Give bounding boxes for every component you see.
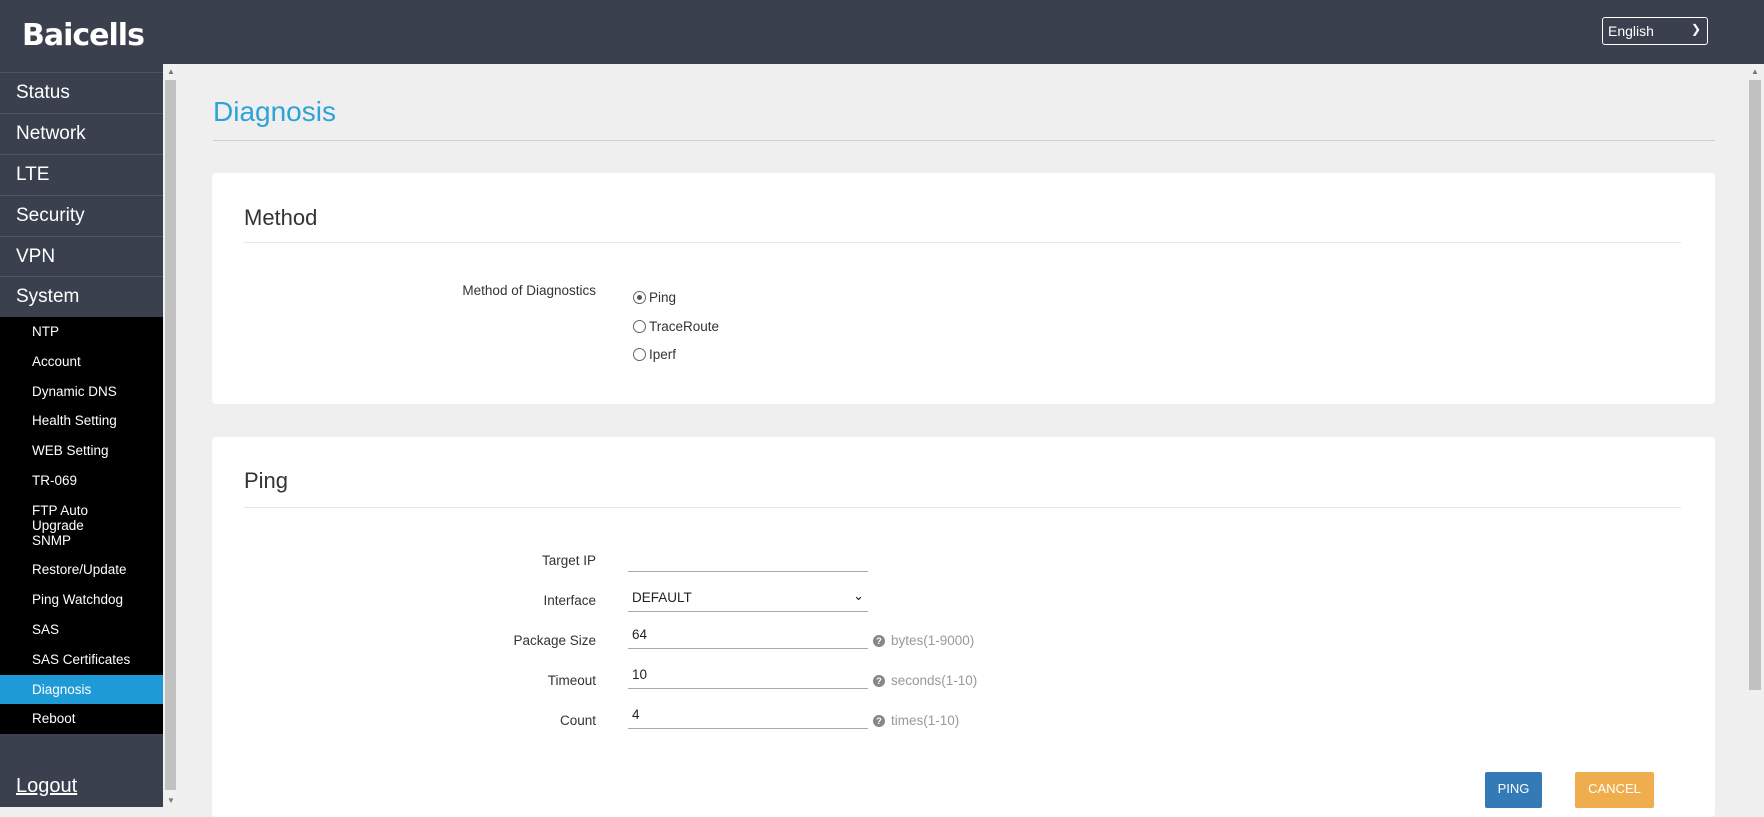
interface-label: Interface	[543, 593, 596, 608]
sub-dynamic-dns[interactable]: Dynamic DNS	[0, 377, 163, 407]
method-card: Method Method of Diagnostics Ping TraceR…	[212, 173, 1715, 404]
radio-checked-icon	[633, 291, 646, 304]
sidebar-scrollbar[interactable]: ▲ ▼	[163, 64, 178, 807]
page-title: Diagnosis	[213, 96, 336, 127]
nav-vpn[interactable]: VPN	[0, 236, 163, 277]
sidebar: Status Network LTE Security VPN System N…	[0, 64, 163, 807]
nav-system[interactable]: System	[0, 276, 163, 317]
count-label: Count	[559, 713, 596, 728]
help-icon: ?	[873, 635, 885, 647]
package-size-help: ? bytes(1-9000)	[873, 633, 974, 648]
radio-icon	[633, 348, 646, 361]
interface-select[interactable]: DEFAULT ⌄	[628, 584, 868, 612]
nav-network[interactable]: Network	[0, 113, 163, 154]
sub-tr069[interactable]: TR-069	[0, 466, 163, 496]
timeout-input[interactable]: 10	[628, 661, 868, 689]
help-icon: ?	[873, 715, 885, 727]
ping-button[interactable]: PING	[1485, 772, 1542, 808]
sub-restore-update[interactable]: Restore/Update	[0, 555, 163, 585]
count-input[interactable]: 4	[628, 701, 868, 729]
ping-card: Ping Target IP Interface DEFAULT ⌄ Packag…	[212, 437, 1715, 817]
help-text: bytes(1-9000)	[891, 633, 975, 648]
radio-icon	[633, 320, 646, 333]
package-size-label: Package Size	[513, 633, 596, 648]
top-header: Baicells English ❯	[0, 0, 1764, 64]
sub-ftp-auto-upgrade[interactable]: FTP Auto Upgrade	[0, 496, 163, 533]
language-select[interactable]: English ❯	[1602, 17, 1708, 45]
divider	[244, 242, 1681, 243]
logout-link[interactable]: Logout	[16, 775, 77, 798]
divider	[244, 507, 1681, 508]
target-ip-label: Target IP	[541, 553, 596, 568]
nav-security[interactable]: Security	[0, 195, 163, 236]
help-icon: ?	[873, 675, 885, 687]
sub-sas[interactable]: SAS	[0, 615, 163, 645]
sub-reboot[interactable]: Reboot	[0, 704, 163, 734]
method-label: Method of Diagnostics	[462, 283, 596, 298]
sub-sas-certificates[interactable]: SAS Certificates	[0, 645, 163, 675]
package-size-input[interactable]: 64	[628, 621, 868, 649]
target-ip-input[interactable]	[628, 544, 868, 572]
radio-label: Ping	[649, 290, 677, 305]
radio-label: TraceRoute	[649, 319, 720, 334]
sub-web-setting[interactable]: WEB Setting	[0, 436, 163, 466]
title-divider	[213, 140, 1715, 141]
sub-health-setting[interactable]: Health Setting	[0, 406, 163, 436]
baicells-logo: Baicells	[22, 18, 145, 53]
method-heading: Method	[244, 205, 318, 230]
sub-account[interactable]: Account	[0, 347, 163, 377]
radio-label: Iperf	[649, 347, 677, 362]
count-help: ? times(1-10)	[873, 713, 959, 728]
sub-diagnosis[interactable]: Diagnosis	[0, 674, 163, 705]
sub-ntp[interactable]: NTP	[0, 317, 163, 347]
language-value: English	[1608, 23, 1654, 39]
timeout-label: Timeout	[547, 673, 596, 688]
help-text: seconds(1-10)	[891, 673, 978, 688]
sub-ping-watchdog[interactable]: Ping Watchdog	[0, 585, 163, 615]
chevron-down-icon: ❯	[1690, 22, 1701, 36]
help-text: times(1-10)	[891, 713, 960, 728]
timeout-help: ? seconds(1-10)	[873, 673, 977, 688]
main-scrollbar[interactable]: ▲	[1746, 64, 1764, 807]
chevron-down-icon: ⌄	[853, 588, 864, 603]
nav-status[interactable]: Status	[0, 72, 163, 113]
ping-heading: Ping	[244, 468, 289, 493]
radio-traceroute[interactable]: TraceRoute	[633, 319, 719, 334]
nav-lte[interactable]: LTE	[0, 154, 163, 195]
radio-iperf[interactable]: Iperf	[633, 347, 676, 362]
system-submenu: NTP Account Dynamic DNS Health Setting W…	[0, 317, 163, 735]
interface-value: DEFAULT	[632, 590, 692, 605]
radio-ping[interactable]: Ping	[633, 290, 676, 305]
cancel-button[interactable]: CANCEL	[1575, 772, 1654, 808]
